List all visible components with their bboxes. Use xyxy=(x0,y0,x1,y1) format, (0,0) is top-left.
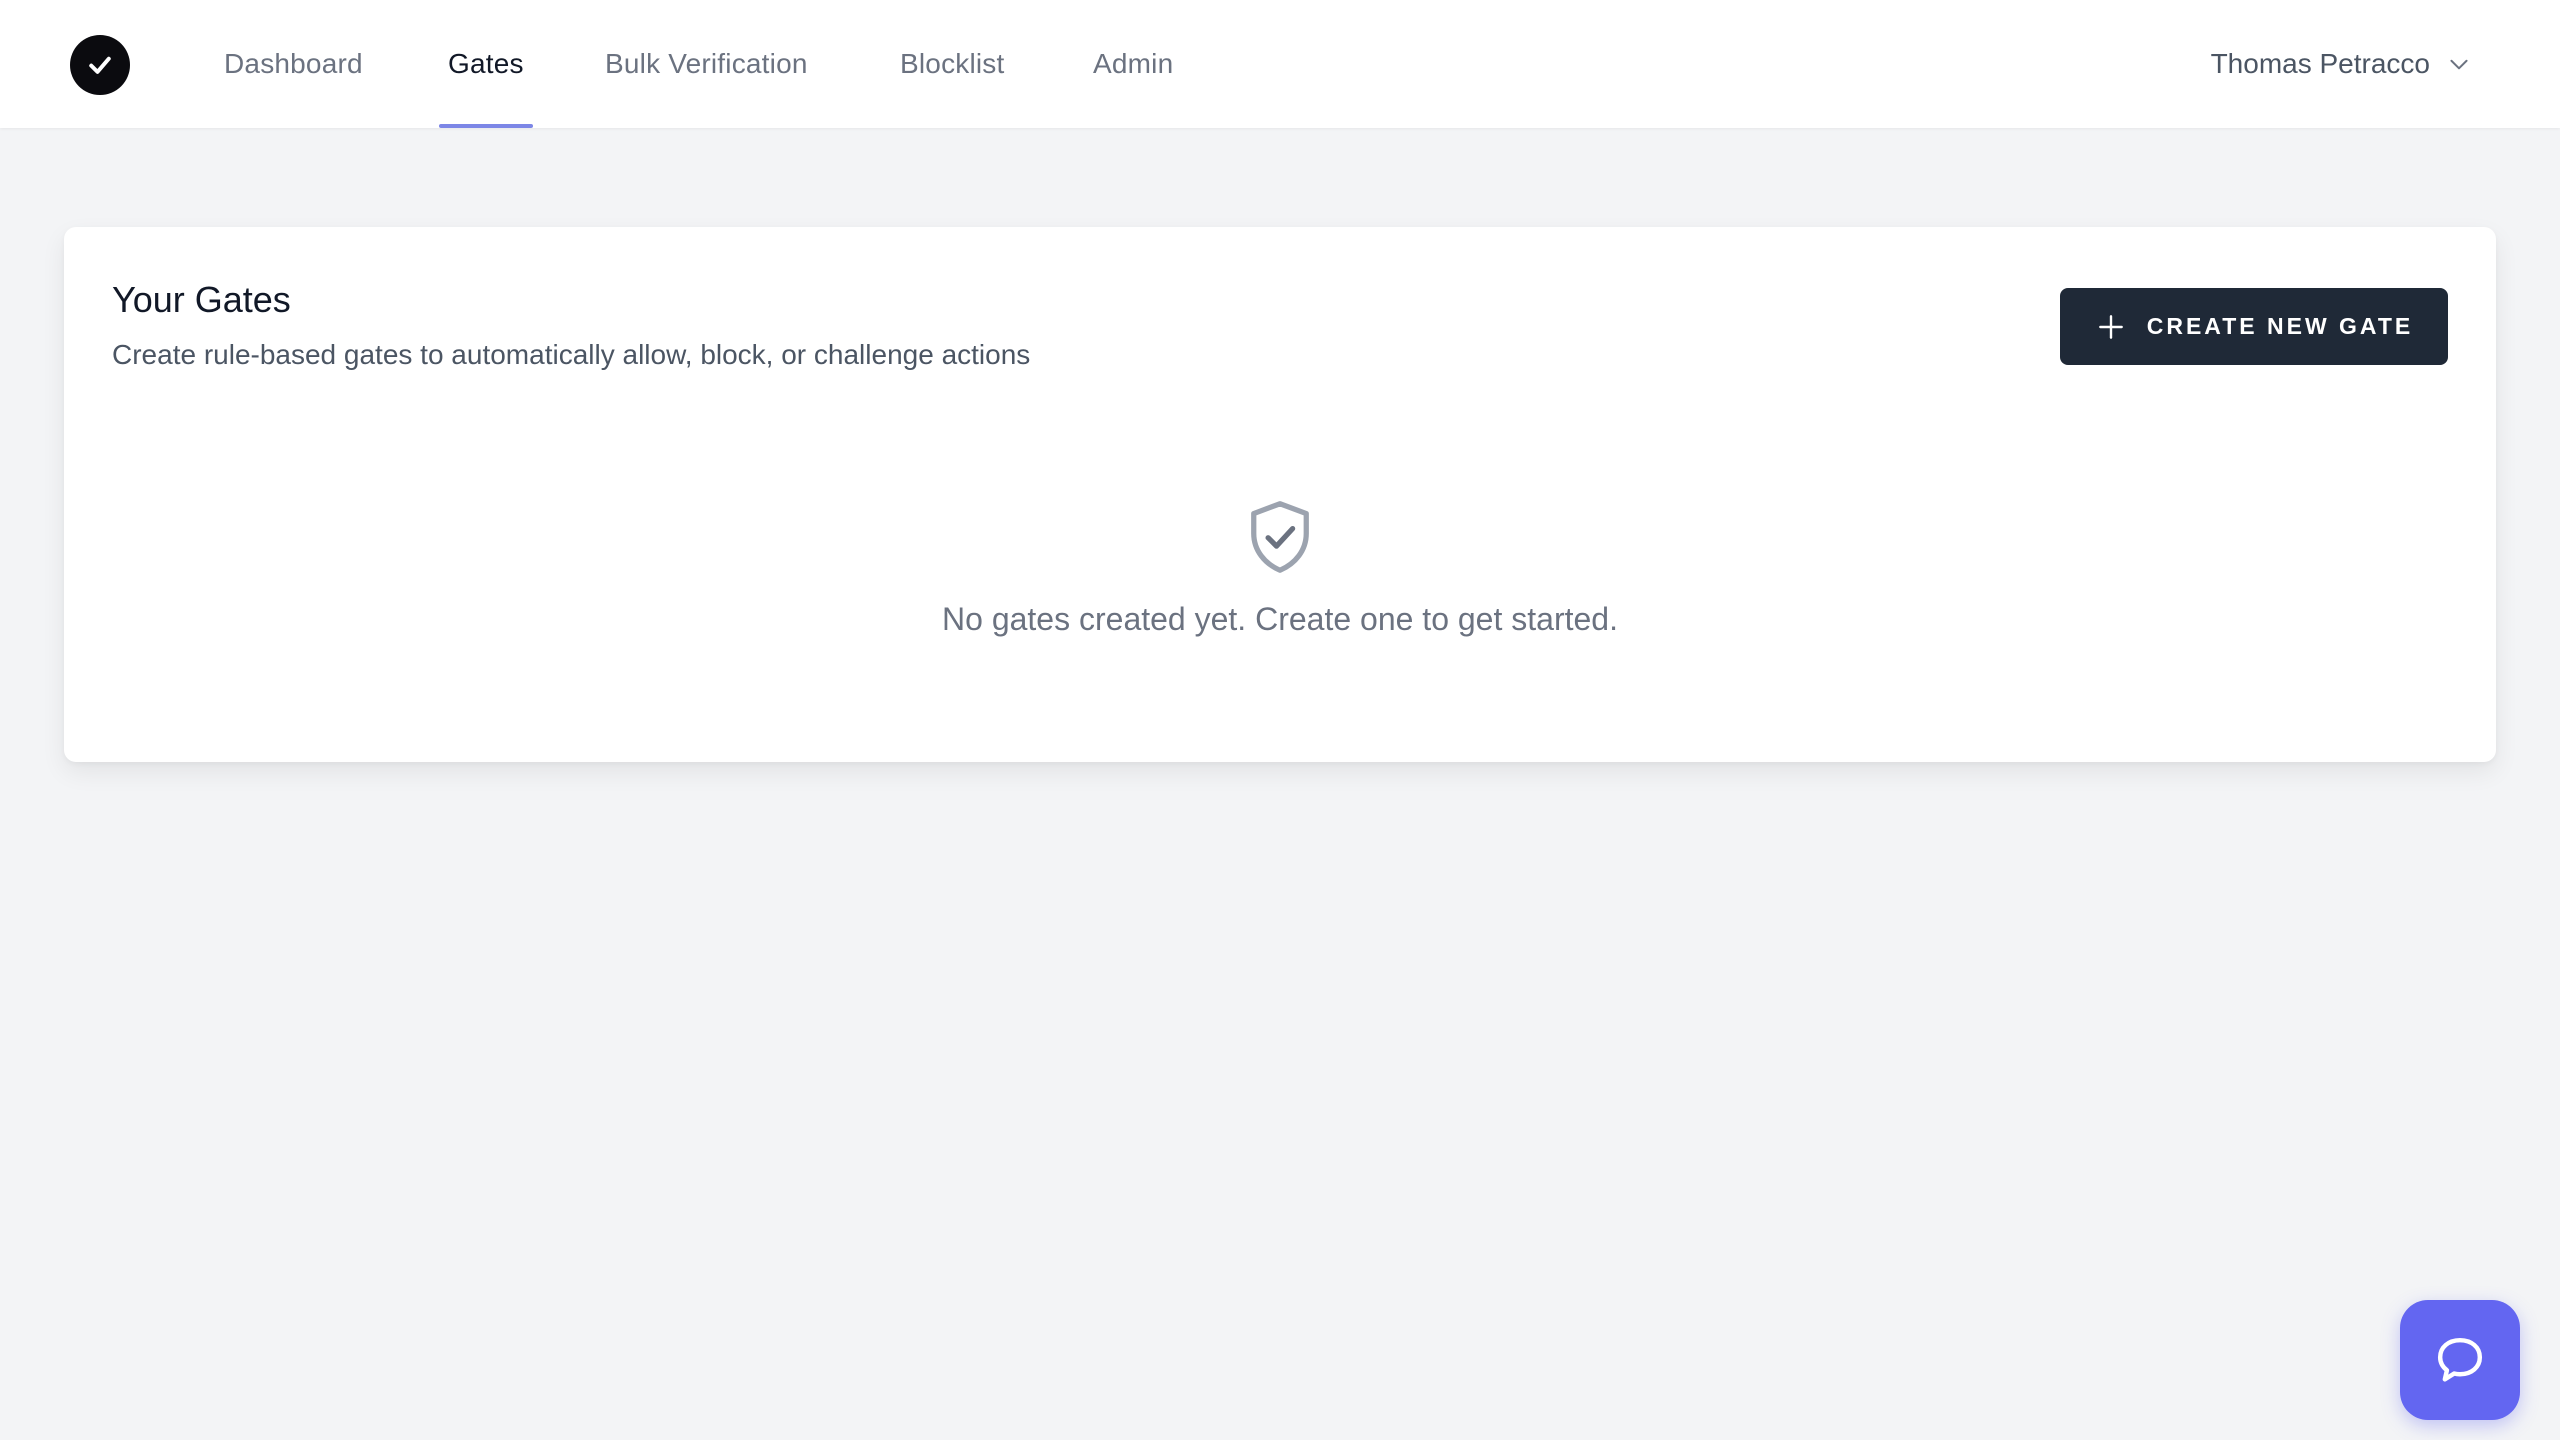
nav-item-gates[interactable]: Gates xyxy=(439,0,533,128)
active-tab-indicator xyxy=(439,124,533,128)
plus-icon xyxy=(2098,314,2123,339)
user-name: Thomas Petracco xyxy=(2210,48,2430,79)
nav-item-bulk-verification[interactable]: Bulk Verification xyxy=(605,0,808,128)
nav-item-label: Bulk Verification xyxy=(605,48,808,79)
nav-item-label: Blocklist xyxy=(900,48,1005,79)
chat-bubble-icon xyxy=(2437,1337,2483,1382)
nav-item-admin[interactable]: Admin xyxy=(1093,0,1173,128)
nav-item-label: Dashboard xyxy=(224,48,363,79)
user-menu[interactable]: Thomas Petracco xyxy=(2211,0,2472,128)
shield-check-icon xyxy=(1251,501,1309,573)
nav-item-blocklist[interactable]: Blocklist xyxy=(900,0,1005,128)
check-icon xyxy=(89,56,111,74)
chevron-down-icon xyxy=(2450,59,2468,70)
page-subtitle: Create rule-based gates to automatically… xyxy=(112,339,1031,370)
help-chat-button[interactable] xyxy=(2400,1300,2520,1420)
page-title: Your Gates xyxy=(112,279,291,320)
empty-state: No gates created yet. Create one to get … xyxy=(64,495,2496,638)
nav-item-dashboard[interactable]: Dashboard xyxy=(224,0,363,128)
nav-item-label: Admin xyxy=(1093,48,1174,79)
empty-state-message: No gates created yet. Create one to get … xyxy=(942,601,1618,637)
gates-card: Your Gates Create rule-based gates to au… xyxy=(64,227,2496,762)
top-navigation-bar: Dashboard Gates Bulk Verification Blockl… xyxy=(0,0,2560,128)
logo[interactable] xyxy=(70,35,130,95)
create-new-gate-button[interactable]: CREATE NEW GATE xyxy=(2060,288,2448,365)
nav-item-label: Gates xyxy=(448,48,524,79)
create-new-gate-label: CREATE NEW GATE xyxy=(2146,313,2414,339)
